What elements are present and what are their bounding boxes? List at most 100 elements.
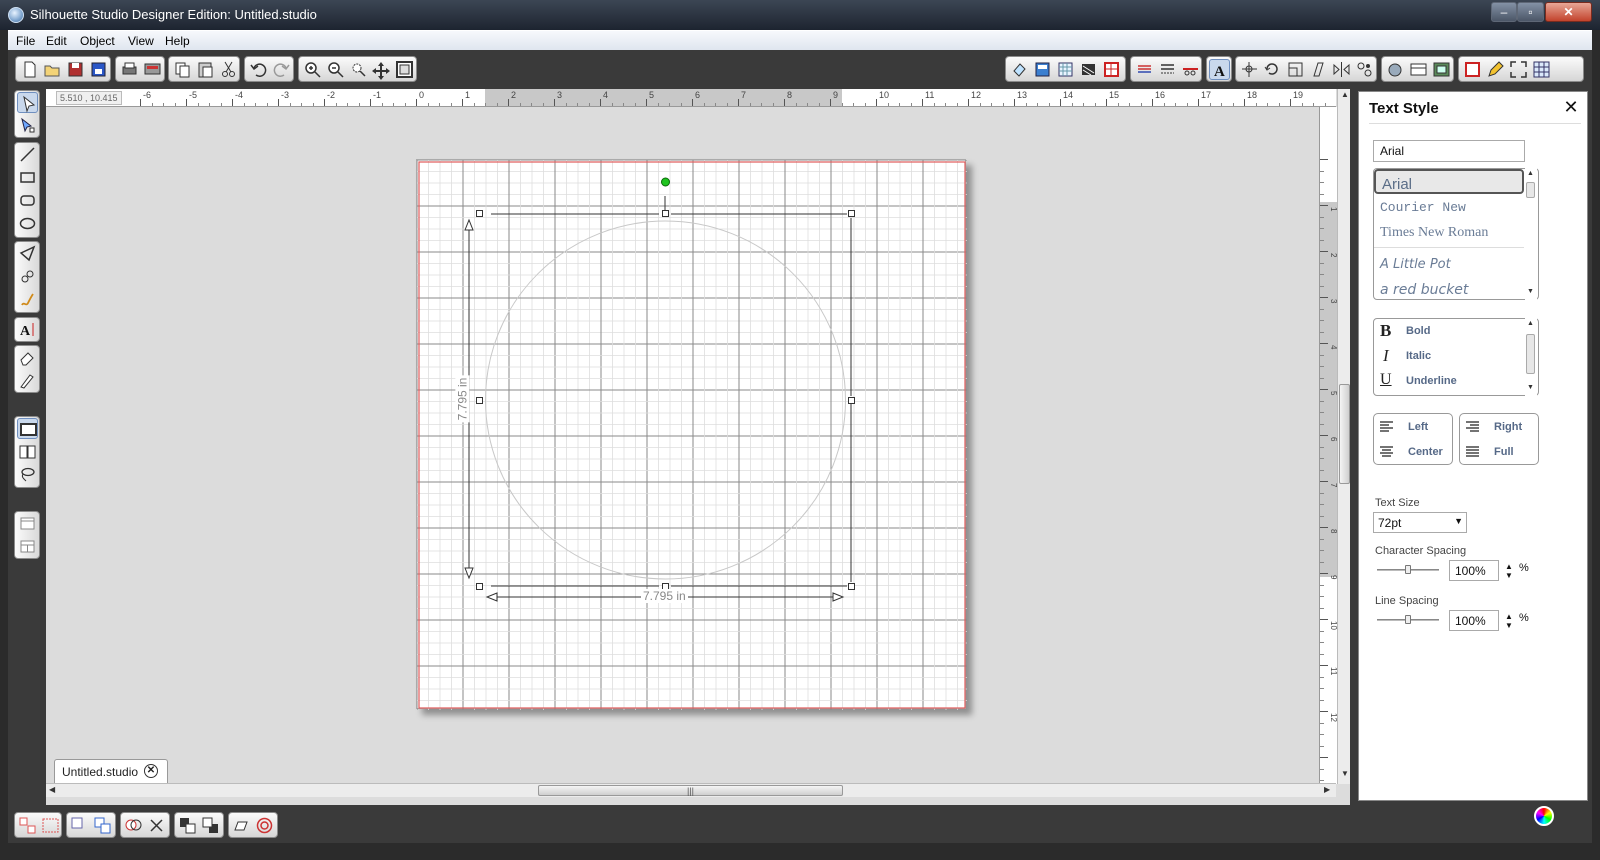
text-style-list[interactable]: B Bold I Italic U Underline <box>1373 318 1539 396</box>
text-style-icon[interactable]: A <box>1209 59 1230 80</box>
split-view-icon[interactable] <box>17 536 38 557</box>
grid-view-icon[interactable] <box>1531 59 1552 80</box>
single-view-icon[interactable] <box>17 513 38 534</box>
trace-icon[interactable] <box>231 815 252 836</box>
release-compound-icon[interactable] <box>92 815 113 836</box>
close-tab-icon[interactable]: ✕ <box>144 764 158 778</box>
character-spacing-knob[interactable] <box>1405 565 1411 574</box>
rotate-handle[interactable] <box>661 177 670 187</box>
panel-close-icon[interactable]: ✕ <box>1561 97 1581 117</box>
pencil-icon[interactable] <box>1485 59 1506 80</box>
open-icon[interactable] <box>42 59 63 80</box>
minimize-button[interactable]: – <box>1491 2 1517 22</box>
line-tool-icon[interactable] <box>17 144 38 165</box>
fit-to-page-icon[interactable] <box>394 59 415 80</box>
horizontal-scroll-thumb[interactable]: ||| <box>538 785 843 796</box>
line-spacing-spinner[interactable]: ▲ ▼ <box>1505 612 1513 630</box>
pan-icon[interactable] <box>371 59 392 80</box>
cut-settings-icon[interactable] <box>1180 59 1201 80</box>
knife-tool-icon[interactable] <box>17 370 38 391</box>
line-spacing-slider[interactable] <box>1377 615 1439 624</box>
rounded-rectangle-tool-icon[interactable] <box>17 190 38 211</box>
line-spacing-knob[interactable] <box>1405 615 1411 624</box>
font-list[interactable]: Arial Courier New Times New Roman A Litt… <box>1373 168 1539 300</box>
edit-points-icon[interactable] <box>17 115 38 136</box>
redo-icon[interactable] <box>271 59 292 80</box>
print-icon[interactable] <box>119 59 140 80</box>
store-icon[interactable] <box>1408 59 1429 80</box>
document-tab[interactable]: Untitled.studio ✕ <box>54 759 168 783</box>
cut-border-icon[interactable] <box>1462 59 1483 80</box>
polygon-tool-icon[interactable] <box>17 243 38 264</box>
text-size-select[interactable]: 72pt ▼ <box>1373 512 1467 533</box>
selection-bounding-box[interactable] <box>464 196 852 602</box>
scale-icon[interactable] <box>1285 59 1306 80</box>
character-spacing-slider[interactable] <box>1377 565 1439 574</box>
show-cut-area-icon[interactable] <box>17 418 38 439</box>
registration-marks-icon[interactable] <box>1101 59 1122 80</box>
font-item-a-red-bucket[interactable]: a red bucket <box>1374 277 1524 299</box>
menu-object[interactable]: Object <box>80 34 115 48</box>
font-name-field[interactable] <box>1373 140 1525 162</box>
bring-forward-icon[interactable] <box>177 815 198 836</box>
library-icon[interactable] <box>1385 59 1406 80</box>
cut-send-icon[interactable] <box>1431 59 1452 80</box>
cutting-mat[interactable]: 7.795 in 7.795 in <box>416 159 967 710</box>
shear-icon[interactable] <box>1308 59 1329 80</box>
delete-icon[interactable] <box>146 815 167 836</box>
print-cut-icon[interactable] <box>142 59 163 80</box>
undo-icon[interactable] <box>248 59 269 80</box>
cut-icon[interactable] <box>218 59 239 80</box>
ungroup-icon[interactable] <box>40 815 61 836</box>
close-button[interactable]: ✕ <box>1545 2 1592 22</box>
line-style-icon[interactable] <box>1157 59 1178 80</box>
group-icon[interactable] <box>17 815 38 836</box>
menu-help[interactable]: Help <box>165 34 190 48</box>
font-item-arial[interactable]: Arial <box>1374 169 1524 194</box>
menu-file[interactable]: File <box>16 34 35 48</box>
curve-tool-icon[interactable] <box>17 266 38 287</box>
ellipse-tool-icon[interactable] <box>17 213 38 234</box>
design-workspace[interactable]: -6 -5 -4 -3 -2 -1 0 1 2 3 4 5 6 7 8 9 10 11 12 13 14 15 16 17 18… <box>46 89 1350 805</box>
fill-icon[interactable] <box>1009 59 1030 80</box>
font-item-a-little-pot[interactable]: A Little Pot <box>1374 252 1524 277</box>
line-spacing-input[interactable] <box>1449 610 1499 631</box>
selection-handles[interactable] <box>476 210 855 590</box>
rectangle-tool-icon[interactable] <box>17 167 38 188</box>
vertical-scroll-thumb[interactable] <box>1339 384 1350 484</box>
font-item-times-new-roman[interactable]: Times New Roman <box>1374 220 1524 245</box>
style-list-scrollbar[interactable]: ▲ ▼ <box>1525 318 1537 396</box>
zoom-out-icon[interactable] <box>325 59 346 80</box>
line-color-icon[interactable] <box>1134 59 1155 80</box>
save-icon[interactable] <box>65 59 86 80</box>
library-book-icon[interactable] <box>17 441 38 462</box>
copy-icon[interactable] <box>172 59 193 80</box>
text-tool-icon[interactable]: A <box>17 319 38 340</box>
mirror-icon[interactable] <box>1331 59 1352 80</box>
font-list-scrollbar[interactable]: ▲ ▼ <box>1525 168 1537 300</box>
rotate-icon[interactable] <box>1262 59 1283 80</box>
menu-view[interactable]: View <box>128 34 154 48</box>
align-icon[interactable] <box>1239 59 1260 80</box>
freehand-tool-icon[interactable] <box>17 289 38 310</box>
eraser-tool-icon[interactable] <box>17 347 38 368</box>
zoom-select-icon[interactable] <box>348 59 369 80</box>
paste-icon[interactable] <box>195 59 216 80</box>
weld-icon[interactable] <box>123 815 144 836</box>
offset-icon[interactable] <box>254 815 275 836</box>
select-tool-icon[interactable] <box>17 92 38 113</box>
vertical-scrollbar[interactable]: ▲ ▼ <box>1337 89 1350 784</box>
lasso-icon[interactable] <box>17 464 38 485</box>
character-spacing-spinner[interactable]: ▲ ▼ <box>1505 562 1513 580</box>
character-spacing-input[interactable] <box>1449 560 1499 581</box>
make-compound-icon[interactable] <box>69 815 90 836</box>
font-item-courier-new[interactable]: Courier New <box>1374 195 1524 220</box>
menu-edit[interactable]: Edit <box>46 34 67 48</box>
horizontal-scrollbar[interactable]: ◀ ||| ▶ <box>46 783 1336 797</box>
save-to-library-icon[interactable] <box>88 59 109 80</box>
color-wheel-icon[interactable] <box>1534 806 1554 826</box>
grid-settings-icon[interactable] <box>1055 59 1076 80</box>
send-backward-icon[interactable] <box>200 815 221 836</box>
page-setup-icon[interactable] <box>1032 59 1053 80</box>
texture-icon[interactable] <box>1078 59 1099 80</box>
